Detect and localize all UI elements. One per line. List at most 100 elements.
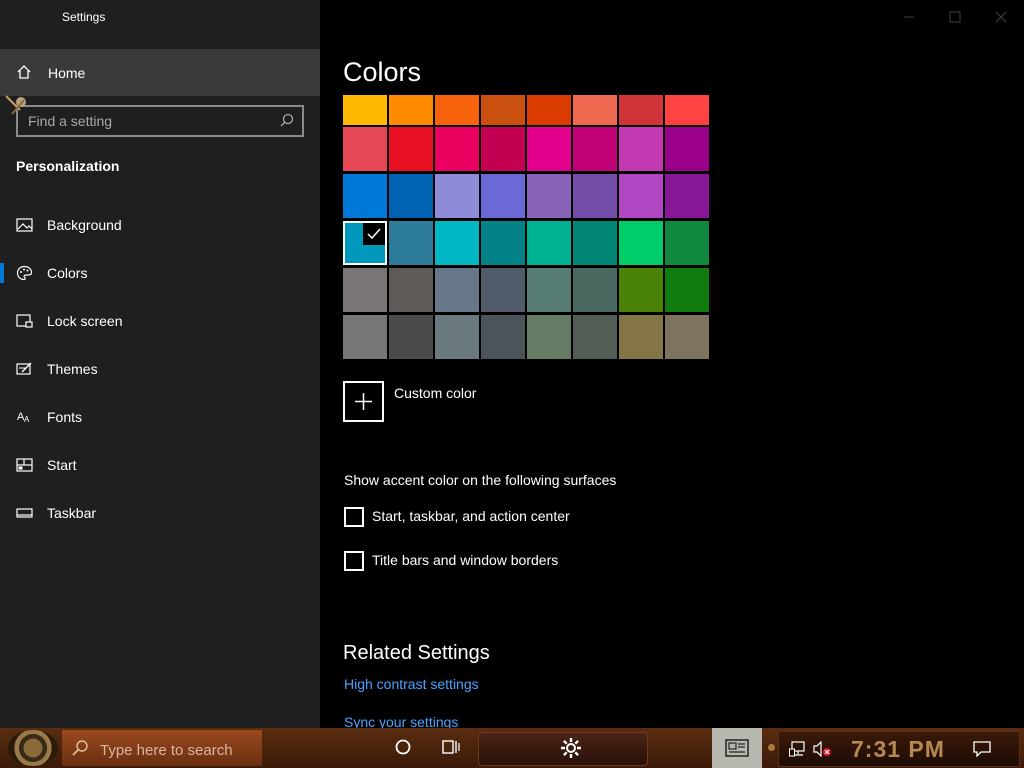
home-nav-item[interactable]: Home	[0, 49, 320, 96]
color-swatch[interactable]	[573, 174, 617, 218]
color-swatch[interactable]	[343, 268, 387, 312]
color-swatch[interactable]	[389, 174, 433, 218]
color-swatch[interactable]	[481, 268, 525, 312]
high-contrast-settings-link[interactable]: High contrast settings	[344, 676, 479, 692]
color-swatch[interactable]	[527, 268, 571, 312]
related-settings-heading: Related Settings	[343, 642, 490, 664]
color-swatch[interactable]	[343, 127, 387, 171]
taskbar: Type here to search 7:31 PM	[0, 728, 1024, 768]
color-swatch[interactable]	[527, 127, 571, 171]
settings-gear-icon[interactable]	[560, 737, 582, 759]
color-swatch[interactable]	[573, 221, 617, 265]
color-swatch[interactable]	[573, 127, 617, 171]
volume-muted-icon[interactable]	[812, 741, 832, 757]
color-swatch[interactable]	[481, 127, 525, 171]
color-swatch[interactable]	[619, 95, 663, 125]
color-swatch[interactable]	[481, 95, 525, 125]
color-swatch[interactable]	[665, 268, 709, 312]
section-title: Personalization	[16, 158, 120, 174]
color-swatch[interactable]	[619, 268, 663, 312]
sidebar-item-label: Lock screen	[47, 313, 123, 329]
sidebar-item-start[interactable]: Start	[0, 445, 320, 485]
sidebar-item-colors[interactable]: Colors	[0, 253, 320, 293]
plus-icon	[355, 393, 372, 410]
clock[interactable]: 7:31 PM	[851, 736, 945, 763]
sidebar-item-fonts[interactable]: AA Fonts	[0, 397, 320, 437]
find-setting-search-box[interactable]: Find a setting	[16, 105, 304, 137]
sidebar-item-themes[interactable]: Themes	[0, 349, 320, 389]
cortana-icon[interactable]	[395, 739, 411, 755]
home-icon	[17, 65, 31, 79]
color-swatch[interactable]	[481, 174, 525, 218]
news-widget-button[interactable]	[712, 728, 762, 768]
color-swatch-selected[interactable]	[343, 221, 387, 265]
custom-color-button[interactable]	[343, 381, 384, 422]
taskbar-icon	[16, 508, 33, 518]
system-tray: 7:31 PM	[778, 731, 1020, 767]
color-swatch[interactable]	[573, 268, 617, 312]
taskbar-search-placeholder: Type here to search	[100, 742, 233, 759]
color-swatch[interactable]	[665, 174, 709, 218]
color-swatch[interactable]	[389, 127, 433, 171]
window-title: Settings	[62, 10, 106, 24]
sidebar-item-lock-screen[interactable]: Lock screen	[0, 301, 320, 341]
color-swatch[interactable]	[435, 268, 479, 312]
color-swatch[interactable]	[481, 315, 525, 359]
minimize-icon[interactable]	[902, 10, 916, 24]
close-icon[interactable]	[994, 10, 1008, 24]
color-swatch[interactable]	[389, 221, 433, 265]
color-swatch[interactable]	[573, 95, 617, 125]
settings-sidebar: Settings Home Find a setting Personaliza…	[0, 0, 320, 728]
start-icon	[16, 458, 33, 472]
taskbar-search-box[interactable]: Type here to search	[62, 730, 262, 766]
color-swatch[interactable]	[527, 315, 571, 359]
color-swatch[interactable]	[435, 95, 479, 125]
color-swatch[interactable]	[389, 315, 433, 359]
checkbox-label: Start, taskbar, and action center	[372, 508, 570, 524]
color-swatch[interactable]	[527, 95, 571, 125]
steampunk-cursor-icon	[5, 95, 26, 115]
search-icon[interactable]	[280, 113, 294, 127]
search-placeholder: Find a setting	[28, 113, 113, 129]
color-swatch[interactable]	[389, 268, 433, 312]
color-swatch[interactable]	[481, 221, 525, 265]
color-swatch[interactable]	[665, 315, 709, 359]
color-swatch[interactable]	[343, 315, 387, 359]
color-swatch[interactable]	[573, 315, 617, 359]
color-swatch[interactable]	[665, 95, 709, 125]
color-swatch[interactable]	[435, 127, 479, 171]
task-view-icon[interactable]	[442, 739, 460, 755]
sidebar-item-label: Start	[47, 457, 77, 473]
color-swatch[interactable]	[435, 315, 479, 359]
sidebar-item-background[interactable]: Background	[0, 205, 320, 245]
sidebar-item-label: Fonts	[47, 409, 83, 425]
checkmark-icon	[363, 223, 385, 245]
custom-color-label: Custom color	[394, 385, 477, 401]
color-swatch[interactable]	[619, 315, 663, 359]
sidebar-item-taskbar[interactable]: Taskbar	[0, 493, 320, 533]
maximize-icon[interactable]	[948, 10, 962, 24]
search-icon	[72, 740, 88, 756]
color-swatch[interactable]	[435, 221, 479, 265]
color-swatch[interactable]	[343, 174, 387, 218]
color-swatch[interactable]	[527, 174, 571, 218]
color-swatch[interactable]	[619, 221, 663, 265]
color-swatch[interactable]	[343, 95, 387, 125]
sidebar-item-label: Taskbar	[47, 505, 97, 521]
color-swatch[interactable]	[435, 174, 479, 218]
color-swatch[interactable]	[527, 221, 571, 265]
themes-icon	[16, 362, 32, 375]
color-swatch[interactable]	[665, 127, 709, 171]
color-swatch[interactable]	[619, 127, 663, 171]
svg-text:A: A	[24, 415, 30, 424]
checkbox-label: Title bars and window borders	[372, 552, 559, 568]
network-icon[interactable]	[789, 741, 807, 757]
start-taskbar-checkbox[interactable]	[344, 507, 364, 527]
color-swatch[interactable]	[665, 221, 709, 265]
color-swatch[interactable]	[389, 95, 433, 125]
color-swatch[interactable]	[619, 174, 663, 218]
start-button[interactable]	[8, 730, 58, 766]
title-bars-checkbox[interactable]	[344, 551, 364, 571]
notification-icon[interactable]	[973, 741, 991, 757]
accent-color-grid	[343, 95, 711, 361]
